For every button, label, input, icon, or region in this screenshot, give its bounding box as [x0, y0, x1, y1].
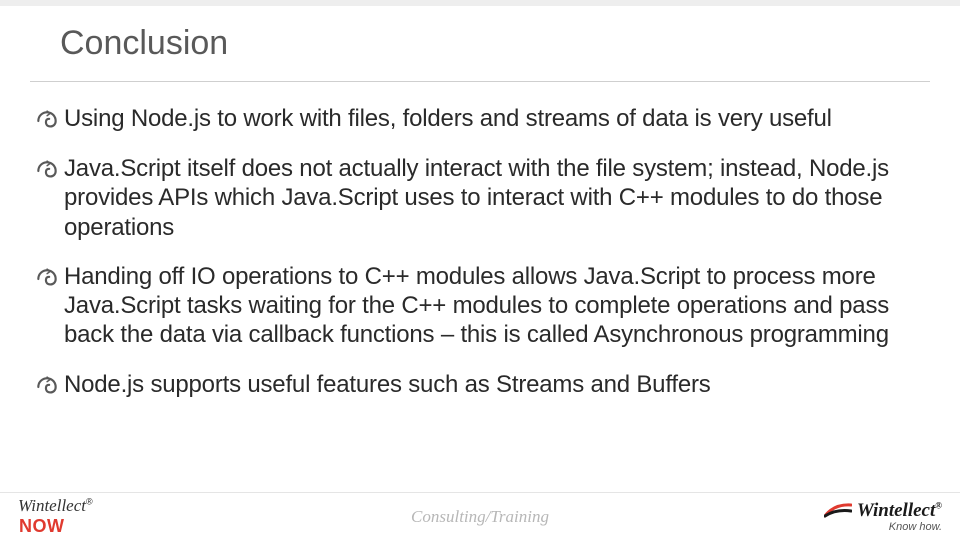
swirl-arrow-icon: [34, 266, 60, 292]
logo-wintellect-now: Wintellect® NOW: [18, 496, 93, 537]
slide-title: Conclusion: [60, 24, 900, 73]
registered-icon: ®: [935, 500, 942, 510]
logo-text: Wintellect: [18, 496, 86, 515]
logo-wintellect: Wintellect® Know how.: [824, 501, 942, 533]
swirl-arrow-icon: [34, 374, 60, 400]
logo-now-text: NOW: [19, 516, 93, 537]
bullet-item: Handing off IO operations to C++ modules…: [34, 262, 926, 350]
footer: Wintellect® NOW Consulting/Training Wint…: [0, 492, 960, 540]
swirl-arrow-icon: [34, 108, 60, 134]
bullet-item: Java.Script itself does not actually int…: [34, 154, 926, 242]
bullet-text: Handing off IO operations to C++ modules…: [64, 262, 926, 350]
swoosh-icon: [824, 502, 852, 518]
swirl-arrow-icon: [34, 158, 60, 184]
content-area: Using Node.js to work with files, folder…: [0, 82, 960, 400]
bullet-text: Java.Script itself does not actually int…: [64, 154, 926, 242]
bullet-item: Node.js supports useful features such as…: [34, 370, 926, 400]
logo-text: Wintellect: [857, 500, 935, 521]
bullet-item: Using Node.js to work with files, folder…: [34, 104, 926, 134]
bullet-text: Node.js supports useful features such as…: [64, 370, 711, 399]
title-container: Conclusion: [30, 6, 930, 82]
bullet-text: Using Node.js to work with files, folder…: [64, 104, 832, 133]
logo-subtag: Know how.: [889, 522, 942, 533]
registered-icon: ®: [86, 497, 93, 507]
footer-tagline: Consulting/Training: [411, 507, 549, 527]
